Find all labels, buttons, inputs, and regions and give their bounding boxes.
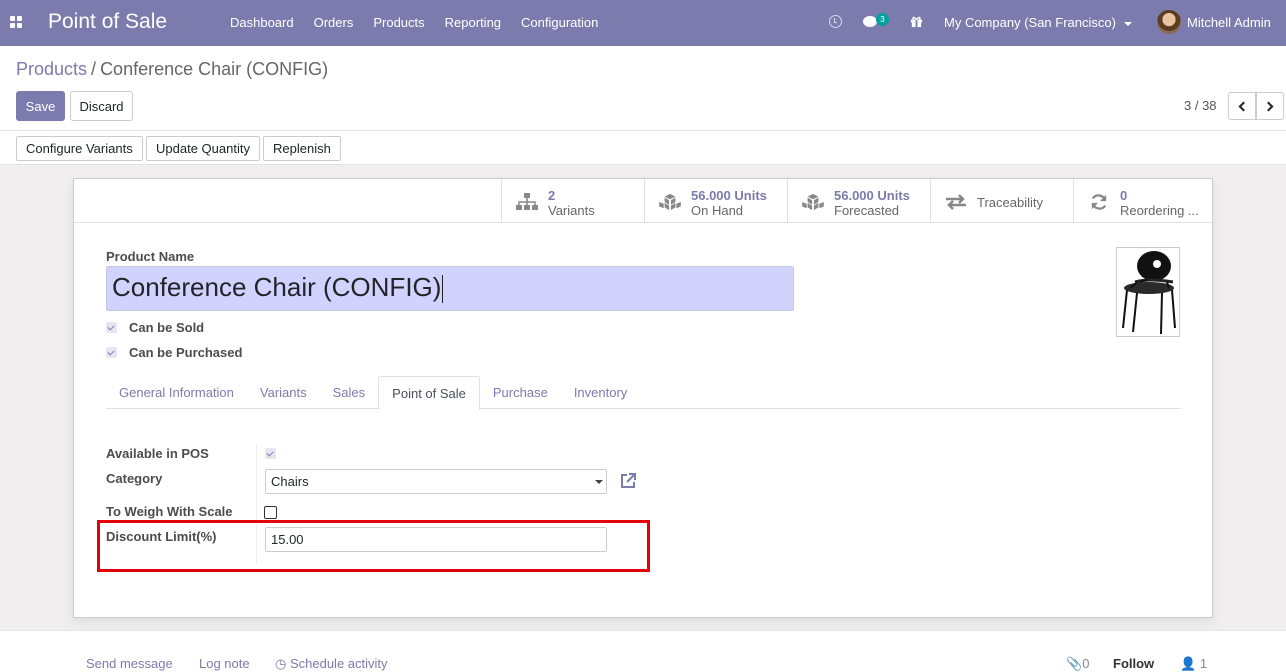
category-value: Chairs [271,474,309,489]
category-select[interactable]: Chairs [265,469,607,494]
control-panel: Products / Conference Chair (CONFIG) Save … [0,46,1286,165]
replenish-button[interactable]: Replenish [263,136,341,161]
variants-count: 2 [548,188,556,203]
tab-general-information[interactable]: General Information [106,376,247,409]
attachments-count: 0 [1082,656,1090,671]
on-hand-smart-button[interactable]: 56.000 Units On Hand [644,179,787,223]
pager-previous-button[interactable] [1228,92,1256,120]
tab-sales[interactable]: Sales [320,376,379,409]
cubes-icon [802,193,824,211]
reordering-smart-button[interactable]: 0 Reordering ... [1073,179,1216,223]
product-name-label: Product Name [106,249,195,264]
smart-button-box: 2 Variants 56.000 Units On Hand 56.000 U… [501,179,1216,223]
category-label: Category [106,471,163,486]
send-message-button[interactable]: Send message [86,656,173,671]
user-menu[interactable]: Mitchell Admin [1187,15,1271,30]
gift-icon[interactable] [910,15,923,28]
avatar[interactable] [1157,10,1181,34]
can-be-sold-checkbox[interactable] [106,322,117,333]
can-be-sold-label: Can be Sold [129,320,205,335]
reordering-count: 0 [1120,188,1128,203]
on-hand-label: On Hand [691,203,744,218]
chevron-left-icon [1238,101,1249,111]
tab-purchase[interactable]: Purchase [480,376,561,409]
company-name: My Company (San Francisco) [944,15,1116,30]
traceability-smart-button[interactable]: Traceability [930,179,1073,223]
configure-variants-button[interactable]: Configure Variants [16,136,143,161]
apps-menu-icon[interactable] [10,16,22,28]
sitemap-icon [516,193,538,210]
app-title[interactable]: Point of Sale [48,10,167,34]
traceability-label: Traceability [977,195,1043,210]
can-be-purchased-row[interactable]: Can be Purchased [106,345,242,360]
top-navbar: Point of Sale Dashboard Orders Products … [0,0,1286,46]
breadcrumb-products-link[interactable]: Products [16,59,87,79]
chatter: Send message Log note ◷ Schedule activit… [0,630,1286,672]
clock-icon: ◷ [275,656,287,671]
company-switcher[interactable]: My Company (San Francisco) [944,15,1132,30]
exchange-icon [946,194,966,210]
menu-reporting[interactable]: Reporting [435,15,511,30]
external-link-icon[interactable] [619,472,637,490]
breadcrumb-current: Conference Chair (CONFIG) [100,59,329,79]
update-quantity-button[interactable]: Update Quantity [146,136,260,161]
pager-next-button[interactable] [1256,92,1284,120]
tab-inventory[interactable]: Inventory [561,376,640,409]
chevron-down-icon [1123,21,1132,26]
can-be-sold-row[interactable]: Can be Sold [106,320,204,335]
log-note-button[interactable]: Log note [199,656,250,671]
menu-configuration[interactable]: Configuration [511,15,608,30]
activity-clock-icon[interactable] [829,15,842,28]
variants-label: Variants [548,203,595,218]
chat-icon[interactable] [863,16,877,27]
variants-smart-button[interactable]: 2 Variants [501,179,644,223]
chat-count-badge: 3 [876,13,889,26]
product-image[interactable] [1116,247,1180,337]
tab-variants[interactable]: Variants [247,376,320,409]
available-in-pos-label: Available in POS [106,446,209,461]
main-menu: Dashboard Orders Products Reporting Conf… [220,15,608,30]
chevron-down-icon [595,480,603,484]
pager-value[interactable]: 3 / 38 [1184,98,1217,113]
can-be-purchased-label: Can be Purchased [129,345,243,360]
available-in-pos-checkbox[interactable] [265,448,276,459]
form-tabs: General Information Variants Sales Point… [106,376,1181,410]
reordering-label: Reordering ... [1120,203,1199,218]
follow-button[interactable]: Follow [1113,656,1154,671]
menu-orders[interactable]: Orders [304,15,364,30]
to-weigh-checkbox[interactable] [264,506,277,519]
cubes-icon [659,193,681,211]
can-be-purchased-checkbox[interactable] [106,347,117,358]
followers-button[interactable]: 👤 1 [1180,656,1207,672]
user-icon: 👤 [1180,656,1197,671]
tab-point-of-sale[interactable]: Point of Sale [378,376,480,410]
save-button[interactable]: Save [16,91,65,121]
breadcrumb-separator: / [91,59,97,79]
schedule-activity-button[interactable]: ◷ Schedule activity [275,656,388,672]
breadcrumb: Products / Conference Chair (CONFIG) [16,59,328,80]
refresh-icon [1091,194,1107,210]
product-name-field[interactable]: Conference Chair (CONFIG) [106,266,794,311]
chair-image [1122,251,1176,335]
discount-limit-highlight [97,520,650,572]
menu-dashboard[interactable]: Dashboard [220,15,304,30]
forecasted-label: Forecasted [834,203,900,218]
schedule-activity-label: Schedule activity [289,656,388,671]
on-hand-value: 56.000 Units [691,188,767,203]
attachments-button[interactable]: 📎0 [1066,656,1089,672]
discard-button[interactable]: Discard [70,91,133,121]
to-weigh-label: To Weigh With Scale [106,504,233,519]
paperclip-icon: 📎 [1066,656,1083,671]
forecasted-value: 56.000 Units [834,188,910,203]
control-panel-divider [0,130,1286,131]
forecasted-smart-button[interactable]: 56.000 Units Forecasted [787,179,930,223]
chevron-right-icon [1263,101,1274,111]
menu-products[interactable]: Products [363,15,434,30]
text-cursor [442,275,444,304]
product-name-value: Conference Chair (CONFIG) [112,272,442,302]
followers-count: 1 [1199,656,1208,671]
